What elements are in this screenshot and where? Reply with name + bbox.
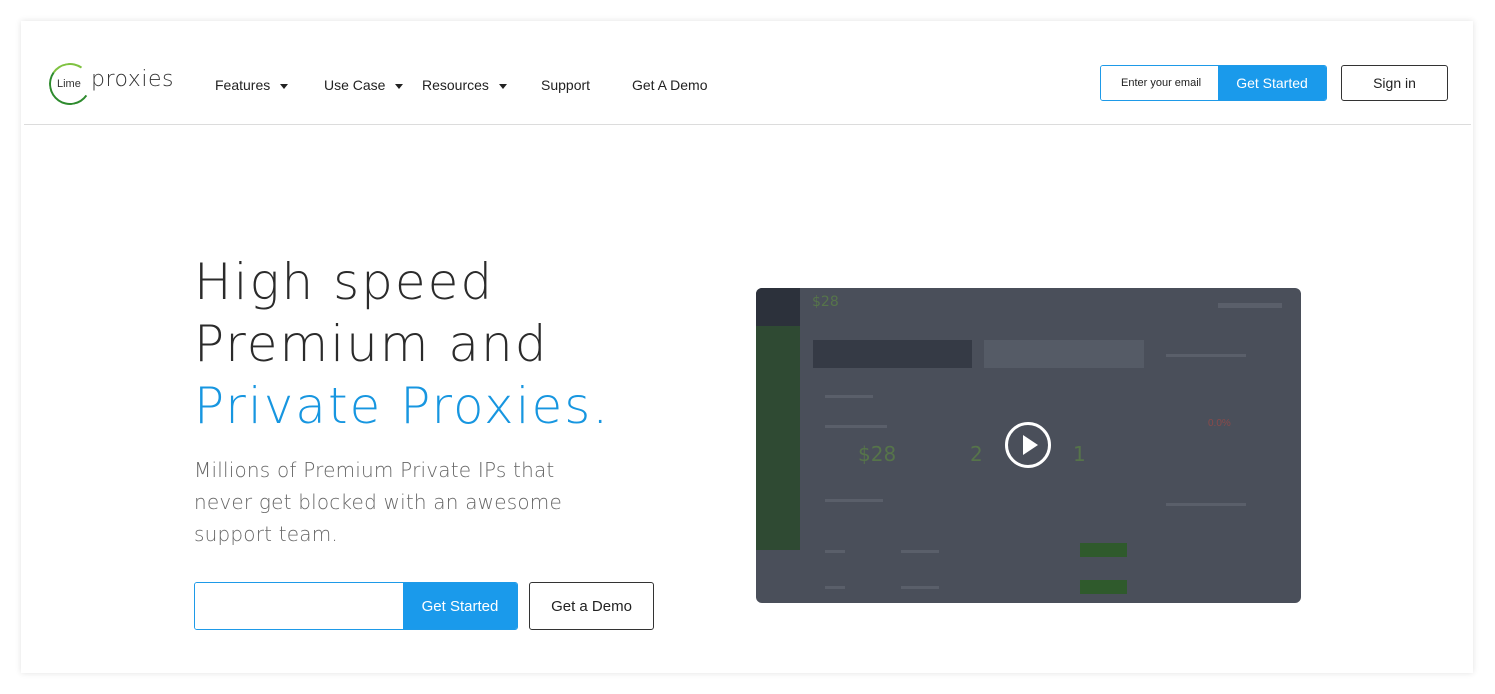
video-preview-bar <box>825 425 887 428</box>
header-email-input[interactable] <box>1101 66 1218 100</box>
nav-resources-label: Resources <box>422 77 489 93</box>
hero-title-accent: Private Proxies. <box>194 377 611 435</box>
caret-down-icon <box>395 83 404 89</box>
header-get-started-button[interactable]: Get Started <box>1218 66 1326 100</box>
get-demo-button[interactable]: Get a Demo <box>529 582 654 630</box>
logo-text: proxies <box>91 67 174 92</box>
logo-small-text: Lime <box>57 78 81 90</box>
nav-use-case[interactable]: Use Case <box>324 77 404 93</box>
hero-email-input[interactable] <box>195 583 403 629</box>
nav-resources[interactable]: Resources <box>422 77 507 93</box>
video-preview-green-bar <box>1080 580 1127 594</box>
video-preview-percent: 0.0% <box>1208 418 1231 429</box>
video-preview-bar <box>1166 503 1246 506</box>
video-preview-bar <box>825 586 845 589</box>
video-preview-bar <box>825 550 845 553</box>
video-preview-green-bar <box>1080 543 1127 557</box>
play-icon[interactable] <box>1005 422 1051 468</box>
video-preview-bar <box>901 550 939 553</box>
nav-features[interactable]: Features <box>215 77 289 93</box>
video-preview-bar <box>825 395 873 398</box>
video-preview-sidebar-top <box>756 288 800 326</box>
video-preview-balance: $28 <box>812 294 839 310</box>
video-preview-bar <box>1218 303 1282 308</box>
site-header: Lime proxies Features Use Case Resources… <box>24 21 1471 125</box>
video-preview-block <box>984 340 1144 368</box>
video-preview-bar <box>825 499 883 502</box>
nav-use-case-label: Use Case <box>324 77 386 93</box>
video-preview-stat: $28 <box>858 442 897 466</box>
nav-features-label: Features <box>215 77 271 93</box>
caret-down-icon <box>498 83 507 89</box>
hero-signup-form: Get Started <box>194 582 518 630</box>
page-frame: Lime proxies Features Use Case Resources… <box>21 21 1473 673</box>
video-preview-stat: 2 <box>970 442 983 466</box>
hero-subtitle: Millions of Premium Private IPs that nev… <box>194 458 562 546</box>
logo[interactable]: Lime proxies <box>45 59 173 109</box>
header-signup-form: Get Started <box>1100 65 1327 101</box>
video-preview-block <box>813 340 972 368</box>
nav-support[interactable]: Support <box>541 77 590 93</box>
hero-title-line-1: High speed <box>194 253 495 311</box>
nav-get-demo[interactable]: Get A Demo <box>632 77 707 93</box>
sign-in-button[interactable]: Sign in <box>1341 65 1448 101</box>
video-preview-bar <box>1166 354 1246 357</box>
hero-title: High speed Premium and Private Proxies. <box>194 251 610 437</box>
video-preview-bar <box>901 586 939 589</box>
caret-down-icon <box>280 83 289 89</box>
video-player[interactable]: $28 0.0% $28 2 1 <box>756 288 1301 603</box>
video-preview-sidebar <box>756 326 800 550</box>
hero-title-line-2: Premium and <box>194 315 549 373</box>
hero-get-started-button[interactable]: Get Started <box>403 583 517 629</box>
video-preview-stat: 1 <box>1073 442 1086 466</box>
